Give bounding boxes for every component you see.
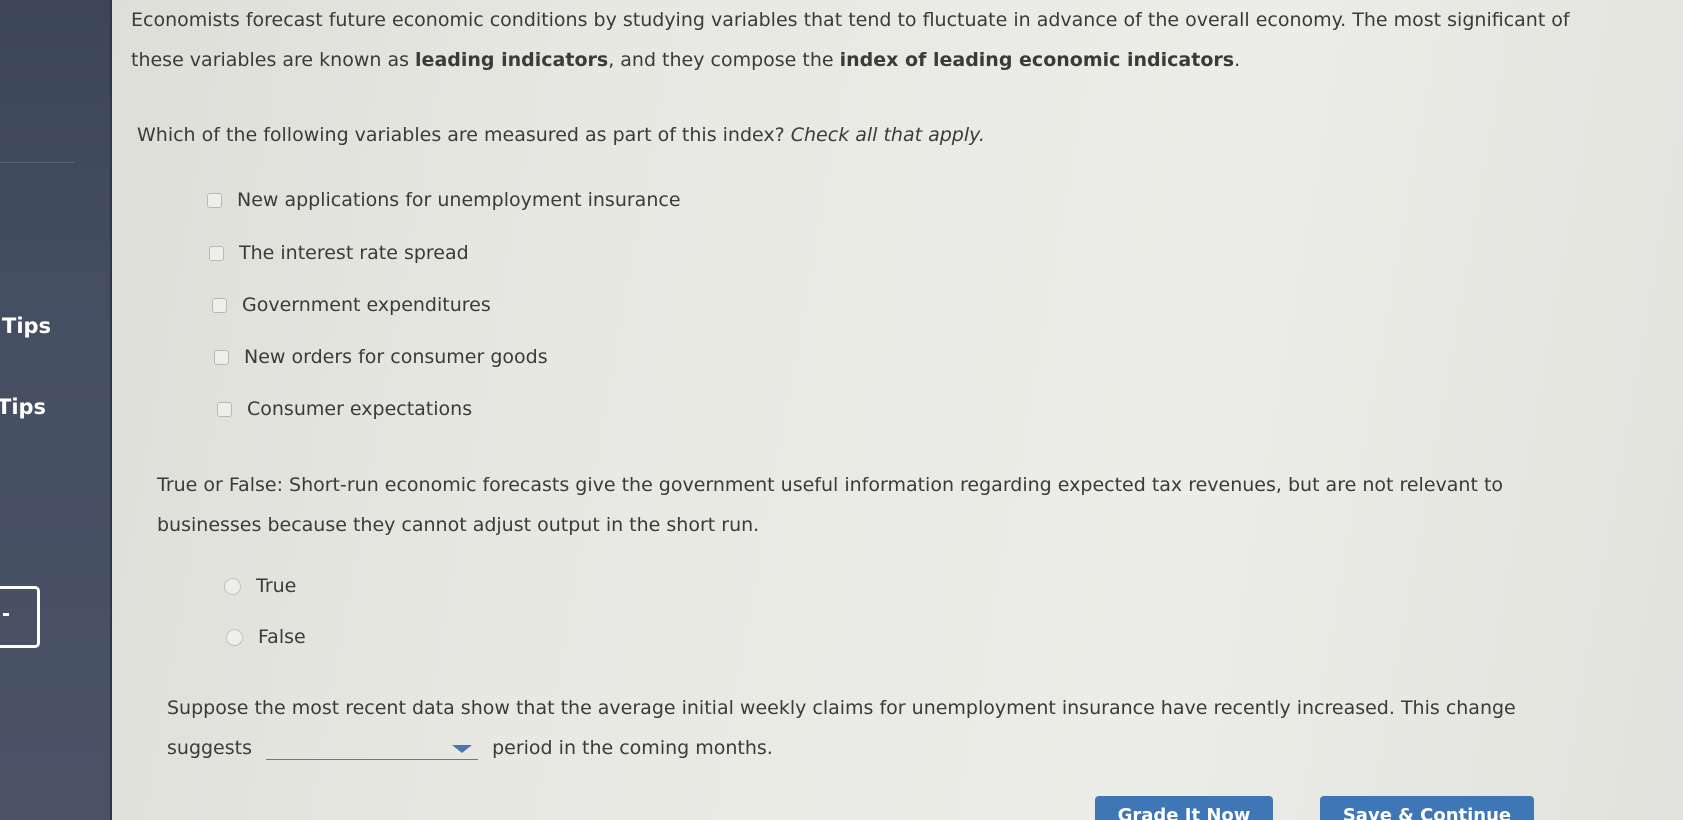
grade-it-now-button[interactable]: Grade It Now — [1095, 796, 1273, 820]
question-1-instruction: Check all that apply. — [790, 124, 985, 146]
sidebar: Tips Tips — [0, 0, 112, 820]
sidebar-divider — [0, 162, 75, 163]
checkbox-2[interactable] — [209, 245, 224, 261]
radio-option-true-label: True — [256, 575, 297, 597]
checkbox-option-3-label: Government expenditures — [242, 294, 491, 316]
checkbox-4[interactable] — [214, 349, 229, 365]
checkbox-3[interactable] — [212, 297, 227, 313]
radio-option-true[interactable]: True — [224, 575, 296, 597]
radio-option-false-label: False — [258, 626, 306, 648]
radio-true[interactable] — [224, 577, 241, 595]
assignment-page: Tips Tips Economists forecast future eco… — [0, 0, 1683, 820]
checkbox-option-2-label: The interest rate spread — [239, 242, 469, 264]
radio-option-false[interactable]: False — [226, 626, 306, 648]
question-3-text-after: period in the coming months. — [492, 737, 773, 759]
chevron-down-icon — [452, 745, 473, 753]
question-1-text: Which of the following variables are mea… — [137, 124, 785, 146]
intro-text-3: . — [1234, 49, 1241, 71]
intro-bold-1: leading indicators — [415, 49, 609, 71]
intro-text-2: , and they compose the — [608, 49, 840, 71]
question-3-prompt: Suppose the most recent data show that t… — [167, 688, 1547, 768]
panel-mark-icon — [3, 613, 9, 616]
checkbox-option-5-label: Consumer expectations — [247, 398, 473, 420]
question-2-prompt: True or False: Short-run economic foreca… — [157, 474, 1504, 536]
save-continue-button[interactable]: Save & Continue — [1320, 796, 1534, 820]
intro-bold-2: index of leading economic indicators — [839, 49, 1235, 71]
checkbox-option-2[interactable]: The interest rate spread — [209, 242, 469, 264]
checkbox-option-3[interactable]: Government expenditures — [212, 294, 491, 316]
checkbox-option-4-label: New orders for consumer goods — [244, 346, 548, 368]
sidebar-panel-button[interactable] — [0, 586, 40, 648]
sidebar-tips-link-2[interactable]: Tips — [0, 395, 46, 419]
answer-dropdown[interactable] — [266, 737, 479, 760]
sidebar-tips-link-1[interactable]: Tips — [2, 314, 51, 338]
checkbox-1[interactable] — [207, 192, 222, 208]
checkbox-option-5[interactable]: Consumer expectations — [217, 398, 472, 420]
checkbox-option-1-label: New applications for unemployment insura… — [237, 189, 681, 211]
radio-false[interactable] — [226, 628, 243, 646]
checkbox-5[interactable] — [217, 401, 232, 417]
question-1-prompt: Which of the following variables are mea… — [137, 115, 1237, 155]
intro-paragraph: Economists forecast future economic cond… — [131, 0, 1611, 80]
checkbox-option-1[interactable]: New applications for unemployment insura… — [207, 189, 681, 211]
checkbox-option-4[interactable]: New orders for consumer goods — [214, 346, 548, 368]
